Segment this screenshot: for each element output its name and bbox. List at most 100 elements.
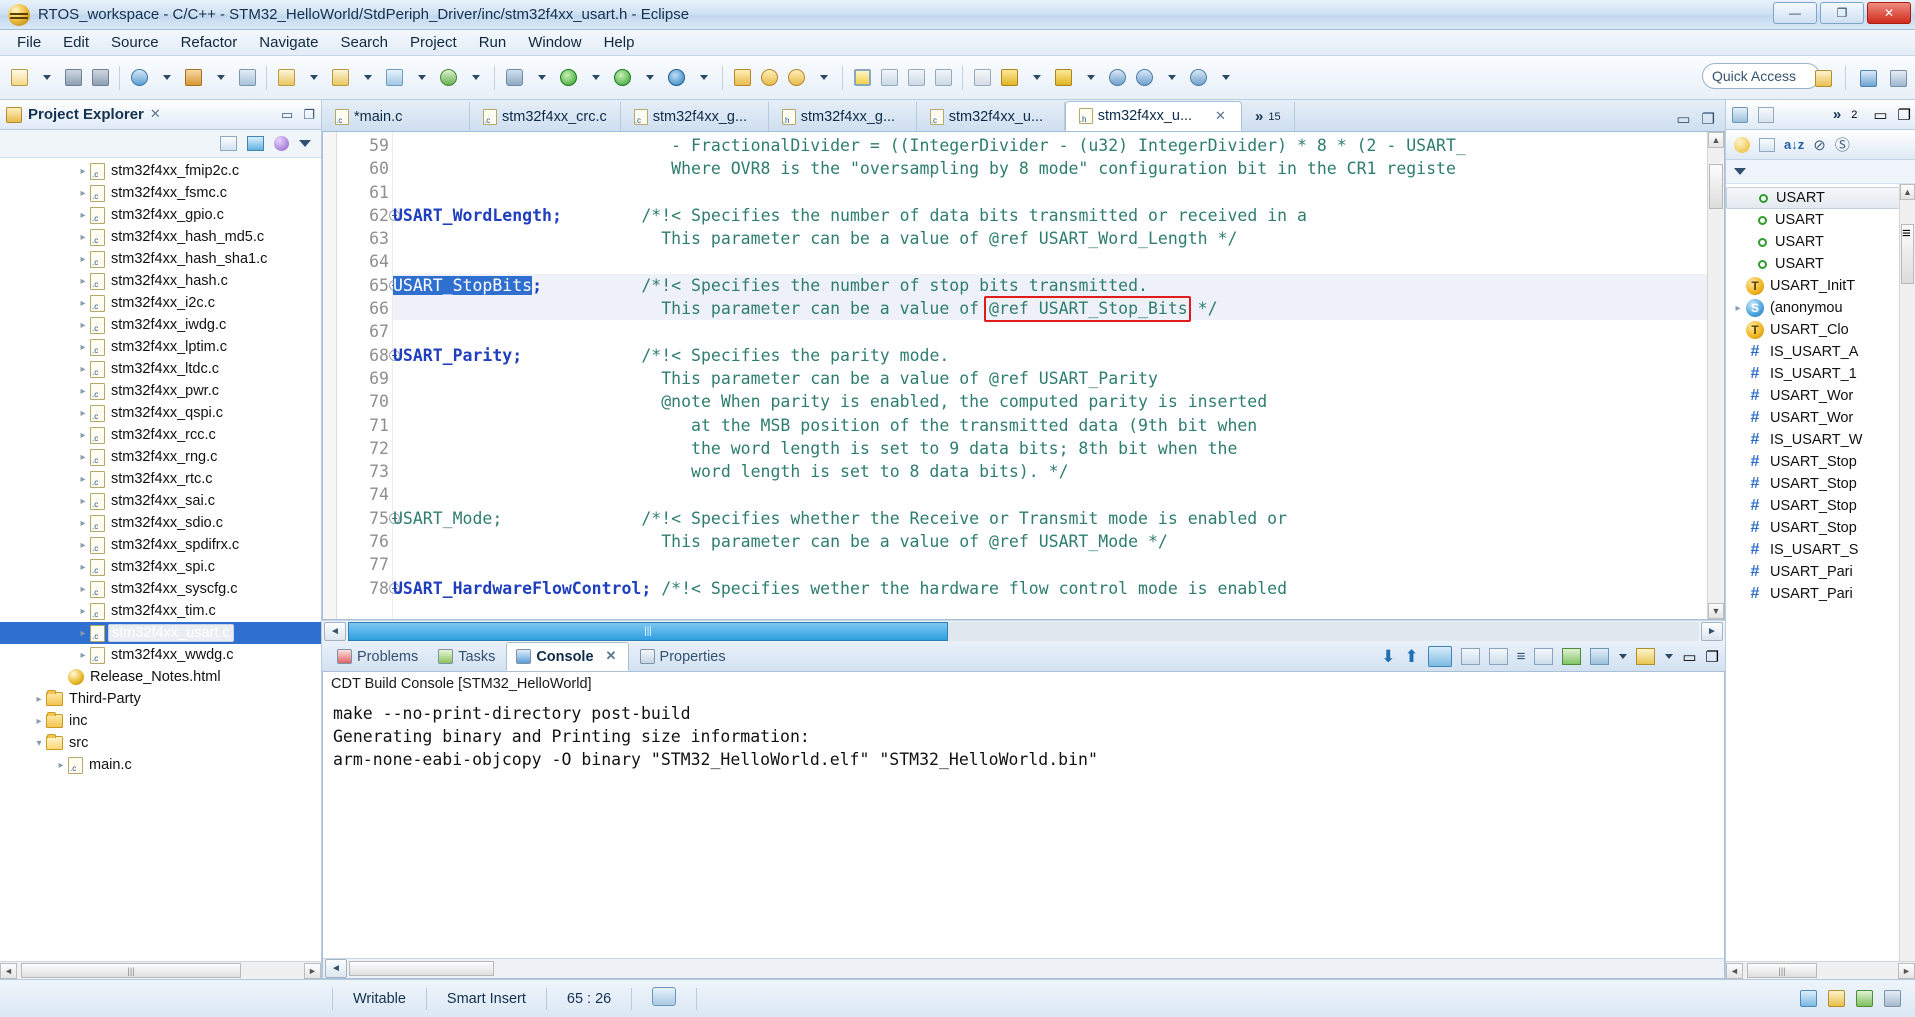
build-configs-dropdown[interactable] bbox=[207, 64, 233, 92]
code-line[interactable]: @note When parity is enabled, the comput… bbox=[393, 390, 1707, 413]
outline-item[interactable]: USART bbox=[1726, 209, 1915, 231]
new-console-view-icon[interactable] bbox=[1534, 648, 1554, 665]
progress-icon[interactable] bbox=[1800, 990, 1817, 1007]
tree-item[interactable]: ▸ stm32f4xx_fsmc.c bbox=[0, 182, 321, 204]
outline-vscroll-thumb[interactable]: ≡ bbox=[1901, 224, 1914, 284]
show-console-icon[interactable] bbox=[1488, 648, 1508, 665]
menu-window[interactable]: Window bbox=[517, 31, 592, 54]
editor-hscroll-thumb[interactable]: ||| bbox=[348, 622, 948, 641]
tree-item[interactable]: ▸ stm32f4xx_spdifrx.c bbox=[0, 534, 321, 556]
outline-item[interactable]: # USART_Wor bbox=[1726, 385, 1915, 407]
expand-arrow-icon[interactable]: ▸ bbox=[76, 562, 90, 573]
scroll-lock-up-icon[interactable]: ⬆ bbox=[1404, 647, 1418, 667]
perspective-debug-button[interactable] bbox=[1885, 64, 1911, 92]
open-element-button[interactable] bbox=[234, 64, 260, 92]
code-line[interactable]: USART_StopBits; /*!< Specifies the numbe… bbox=[393, 273, 1707, 298]
menu-source[interactable]: Source bbox=[100, 31, 170, 54]
outline-scroll-up-icon[interactable]: ▲ bbox=[1900, 184, 1915, 200]
outline-item[interactable]: USART bbox=[1726, 231, 1915, 253]
expand-arrow-icon[interactable]: ▸ bbox=[32, 694, 46, 705]
new-class-dropdown[interactable] bbox=[354, 64, 380, 92]
expand-arrow-icon[interactable]: ▸ bbox=[76, 188, 90, 199]
menu-edit[interactable]: Edit bbox=[52, 31, 100, 54]
tree-item[interactable]: ▸ main.c bbox=[0, 754, 321, 776]
expand-arrow-icon[interactable]: ▾ bbox=[32, 738, 46, 749]
pin-console-icon[interactable] bbox=[1460, 648, 1480, 665]
maximize-console-icon[interactable]: ❐ bbox=[1706, 648, 1719, 666]
search-button[interactable] bbox=[756, 64, 782, 92]
back-button[interactable] bbox=[1131, 64, 1157, 92]
expand-arrow-icon[interactable]: ▸ bbox=[76, 232, 90, 243]
expand-arrow-icon[interactable]: ▸ bbox=[76, 298, 90, 309]
minimize-console-icon[interactable]: ▭ bbox=[1682, 648, 1696, 666]
code-line[interactable]: word length is set to 8 data bits). */ bbox=[393, 460, 1707, 483]
collapse-all-outline-icon[interactable] bbox=[1759, 137, 1775, 152]
skip-breakpoints-button[interactable] bbox=[969, 64, 995, 92]
code-line[interactable]: at the MSB position of the transmitted d… bbox=[393, 414, 1707, 437]
hide-static-icon[interactable]: Ⓢ bbox=[1835, 134, 1850, 155]
expand-arrow-icon[interactable]: ▸ bbox=[76, 342, 90, 353]
tree-item[interactable]: ▾ src bbox=[0, 732, 321, 754]
minimize-outline-icon[interactable]: ▭ bbox=[1873, 106, 1887, 124]
save-all-button[interactable] bbox=[87, 64, 113, 92]
collapse-all-icon[interactable] bbox=[220, 136, 237, 151]
build-all-button[interactable] bbox=[126, 64, 152, 92]
outline-item[interactable]: T USART_Clo bbox=[1726, 319, 1915, 341]
menu-file[interactable]: File bbox=[6, 31, 52, 54]
code-line[interactable] bbox=[393, 250, 1707, 273]
outline-scroll-left-icon[interactable]: ◄ bbox=[1726, 962, 1743, 979]
code-line[interactable]: the word length is set to 9 data bits; 8… bbox=[393, 437, 1707, 460]
tree-item[interactable]: ▸ stm32f4xx_sai.c bbox=[0, 490, 321, 512]
menu-navigate[interactable]: Navigate bbox=[248, 31, 329, 54]
tree-item[interactable]: Release_Notes.html bbox=[0, 666, 321, 688]
new-source-file-button[interactable] bbox=[381, 64, 407, 92]
toggle-mark-occurrences-button[interactable] bbox=[930, 64, 956, 92]
pin-icon[interactable] bbox=[1636, 648, 1656, 665]
outline-hscrollbar[interactable]: ◄ ||| ► bbox=[1726, 961, 1915, 979]
toggle-block-select-button[interactable] bbox=[876, 64, 902, 92]
code-line[interactable]: USART_Parity; /*!< Specifies the parity … bbox=[393, 344, 1707, 367]
maximize-button[interactable]: ❐ bbox=[1820, 2, 1864, 24]
pencil-icon[interactable] bbox=[1856, 990, 1873, 1007]
toggle-marker-button[interactable] bbox=[849, 64, 875, 92]
next-annotation-dropdown[interactable] bbox=[1023, 64, 1049, 92]
editor-tab[interactable]: stm32f4xx_crc.c bbox=[470, 102, 621, 131]
outline-item[interactable]: USART bbox=[1726, 253, 1915, 275]
menu-help[interactable]: Help bbox=[593, 31, 646, 54]
console-hscroll-thumb[interactable] bbox=[349, 961, 494, 976]
code-line[interactable]: This parameter can be a value of @ref US… bbox=[393, 367, 1707, 390]
code-line[interactable]: This parameter can be a value of @ref US… bbox=[393, 227, 1707, 250]
tree-item[interactable]: ▸ stm32f4xx_usart.c bbox=[0, 622, 321, 644]
outline-vscrollbar[interactable]: ▲ ≡ bbox=[1899, 184, 1915, 961]
new-class-button[interactable] bbox=[327, 64, 353, 92]
outline-view-icon[interactable] bbox=[1732, 106, 1748, 123]
sort-alphabetically-icon[interactable]: a↓z bbox=[1784, 137, 1804, 152]
refresh-button[interactable] bbox=[435, 64, 461, 92]
expand-arrow-icon[interactable]: ▸ bbox=[76, 386, 90, 397]
external-tools-dropdown[interactable] bbox=[636, 64, 662, 92]
run-dropdown[interactable] bbox=[582, 64, 608, 92]
save-button[interactable] bbox=[60, 64, 86, 92]
minimize-editor-icon[interactable]: ▭ bbox=[1676, 110, 1690, 128]
editor-marker-gutter[interactable] bbox=[323, 132, 337, 619]
view-menu-icon[interactable] bbox=[299, 140, 311, 147]
prev-annotation-dropdown[interactable] bbox=[1077, 64, 1103, 92]
expand-arrow-icon[interactable]: ▸ bbox=[76, 430, 90, 441]
expand-arrow-icon[interactable]: ▸ bbox=[76, 364, 90, 375]
console-tab[interactable]: Properties bbox=[631, 645, 735, 669]
outline-item[interactable]: # IS_USART_A bbox=[1726, 341, 1915, 363]
scroll-lock-down-icon[interactable]: ⬇ bbox=[1381, 647, 1395, 667]
tree-item[interactable]: ▸ stm32f4xx_hash_sha1.c bbox=[0, 248, 321, 270]
menu-refactor[interactable]: Refactor bbox=[170, 31, 249, 54]
run-button[interactable] bbox=[555, 64, 581, 92]
outline-item[interactable]: # USART_Stop bbox=[1726, 451, 1915, 473]
profile-button[interactable] bbox=[663, 64, 689, 92]
project-tree[interactable]: ▸ stm32f4xx_fmip2c.c ▸ stm32f4xx_fsmc.c ▸ stm… bbox=[0, 158, 321, 961]
outline-item[interactable]: T USART_InitT bbox=[1726, 275, 1915, 297]
tree-item[interactable]: ▸ stm32f4xx_wwdg.c bbox=[0, 644, 321, 666]
word-wrap-icon[interactable]: ≡ bbox=[1517, 648, 1526, 665]
outline-item[interactable]: # IS_USART_1 bbox=[1726, 363, 1915, 385]
code-line[interactable]: USART_WordLength; /*!< Specifies the num… bbox=[393, 204, 1707, 227]
forward-button[interactable] bbox=[1185, 64, 1211, 92]
expand-arrow-icon[interactable]: ▸ bbox=[76, 628, 90, 639]
